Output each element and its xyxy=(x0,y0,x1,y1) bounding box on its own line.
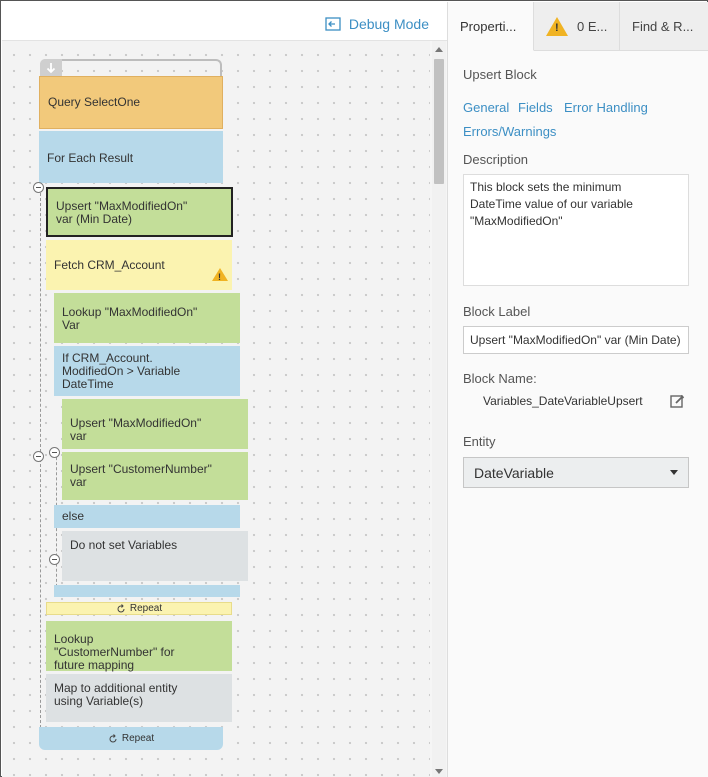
canvas-toolbar: Debug Mode xyxy=(2,2,447,41)
tab-find-replace[interactable]: Find & R... xyxy=(620,2,708,51)
scroll-up-arrow-icon[interactable] xyxy=(435,47,443,52)
query-selectone-block[interactable]: Query SelectOne xyxy=(39,76,223,129)
entity-label: Entity xyxy=(463,434,496,449)
edit-icon[interactable] xyxy=(670,394,685,414)
collapse-else-toggle[interactable] xyxy=(49,554,60,565)
collapse-branch-toggle[interactable] xyxy=(33,451,44,462)
description-field[interactable]: This block sets the minimum DateTime val… xyxy=(463,174,689,286)
if-end-bar xyxy=(54,585,240,597)
repeat-label: Repeat xyxy=(129,603,163,614)
upsert-customernumber-block[interactable]: Upsert "CustomerNumber" var xyxy=(62,452,248,500)
block-label: Upsert "CustomerNumber" var xyxy=(70,462,212,489)
upsert-maxmodifiedon-block[interactable]: Upsert "MaxModifiedOn" var xyxy=(62,399,248,449)
properties-panel: Properti... ! 0 E... Find & R... Upsert … xyxy=(447,2,708,777)
lookup-customernumber-block[interactable]: Lookup "CustomerNumber" for future mappi… xyxy=(46,621,232,672)
block-label: else xyxy=(62,509,85,523)
tab-label: Find & R... xyxy=(632,19,694,34)
repeat-icon xyxy=(109,733,117,742)
error-handling-link[interactable]: Error Handling xyxy=(564,100,648,115)
flow-start-tab xyxy=(40,59,62,77)
canvas-scrollbar[interactable] xyxy=(432,41,446,777)
warning-icon: ! xyxy=(546,17,568,36)
block-label: If CRM_Account. ModifiedOn > Variable Da… xyxy=(62,351,181,391)
tab-properties[interactable]: Properti... xyxy=(448,2,534,51)
block-type-title: Upsert Block xyxy=(463,67,537,82)
block-label-label: Block Label xyxy=(463,304,531,319)
upsert-maxmodifiedon-min-date-block[interactable]: Upsert "MaxModifiedOn" var (Min Date) xyxy=(46,187,233,237)
panel-tabs: Properti... ! 0 E... Find & R... xyxy=(448,2,708,51)
block-label: Map to additional entity using Variable(… xyxy=(54,681,178,708)
lookup-maxmodifiedon-block[interactable]: Lookup "MaxModifiedOn" Var xyxy=(54,293,240,343)
scroll-down-arrow-icon[interactable] xyxy=(435,769,443,774)
tab-label: Properti... xyxy=(460,18,517,34)
block-label: Upsert "MaxModifiedOn" var (Min Date) xyxy=(56,199,188,226)
collapse-foreach-toggle[interactable] xyxy=(33,182,44,193)
block-label: Lookup "MaxModifiedOn" Var xyxy=(62,305,198,332)
scrollbar-thumb[interactable] xyxy=(434,59,444,184)
block-label: Do not set Variables xyxy=(70,538,178,552)
map-additional-entity-block[interactable]: Map to additional entity using Variable(… xyxy=(46,674,232,722)
block-label-input[interactable] xyxy=(463,326,689,354)
block-label: For Each Result xyxy=(47,151,134,165)
repeat-icon xyxy=(117,603,125,612)
tab-label: 0 E... xyxy=(577,19,608,34)
debug-mode-label: Debug Mode xyxy=(348,16,429,32)
repeat-foreach-block[interactable]: Repeat xyxy=(39,727,223,750)
general-link[interactable]: General xyxy=(463,100,509,115)
debug-mode-icon xyxy=(325,17,341,31)
block-label: Lookup "CustomerNumber" for future mappi… xyxy=(54,632,175,672)
block-label: Upsert "MaxModifiedOn" var xyxy=(70,416,202,443)
block-name-label: Block Name: xyxy=(463,371,537,386)
entity-selected-value: DateVariable xyxy=(474,464,554,481)
entity-select[interactable]: DateVariable xyxy=(463,457,689,488)
repeat-label: Repeat xyxy=(121,733,155,744)
do-not-set-variables-block[interactable]: Do not set Variables xyxy=(62,531,248,581)
repeat-fetch-block[interactable]: Repeat xyxy=(46,602,232,615)
description-label: Description xyxy=(463,152,529,167)
fields-link[interactable]: Fields xyxy=(518,100,553,115)
block-name-value: Variables_DateVariableUpsert xyxy=(483,394,643,408)
repeat-label-wrap: Repeat xyxy=(47,603,231,614)
else-block[interactable]: else xyxy=(54,505,240,528)
for-each-result-block[interactable]: For Each Result xyxy=(39,131,223,183)
flow-start-cap xyxy=(40,59,222,77)
tab-errors[interactable]: ! 0 E... xyxy=(534,2,620,51)
repeat-label-wrap: Repeat xyxy=(39,727,223,750)
if-modifiedon-condition-block[interactable]: If CRM_Account. ModifiedOn > Variable Da… xyxy=(54,346,240,396)
flow-canvas[interactable]: Debug Mode Query SelectOne For Each Resu… xyxy=(2,2,447,777)
warning-icon: ! xyxy=(212,268,228,282)
window-frame: Debug Mode Query SelectOne For Each Resu… xyxy=(0,0,708,777)
chevron-down-icon xyxy=(670,470,678,475)
block-label: Fetch CRM_Account xyxy=(54,258,165,272)
block-label: Query SelectOne xyxy=(48,95,141,109)
fetch-crm-account-block[interactable]: Fetch CRM_Account ! xyxy=(46,240,232,290)
arrow-down-icon xyxy=(46,63,56,74)
debug-mode-button[interactable]: Debug Mode xyxy=(325,16,429,32)
collapse-if-toggle[interactable] xyxy=(49,447,60,458)
errors-warnings-link[interactable]: Errors/Warnings xyxy=(463,124,556,139)
